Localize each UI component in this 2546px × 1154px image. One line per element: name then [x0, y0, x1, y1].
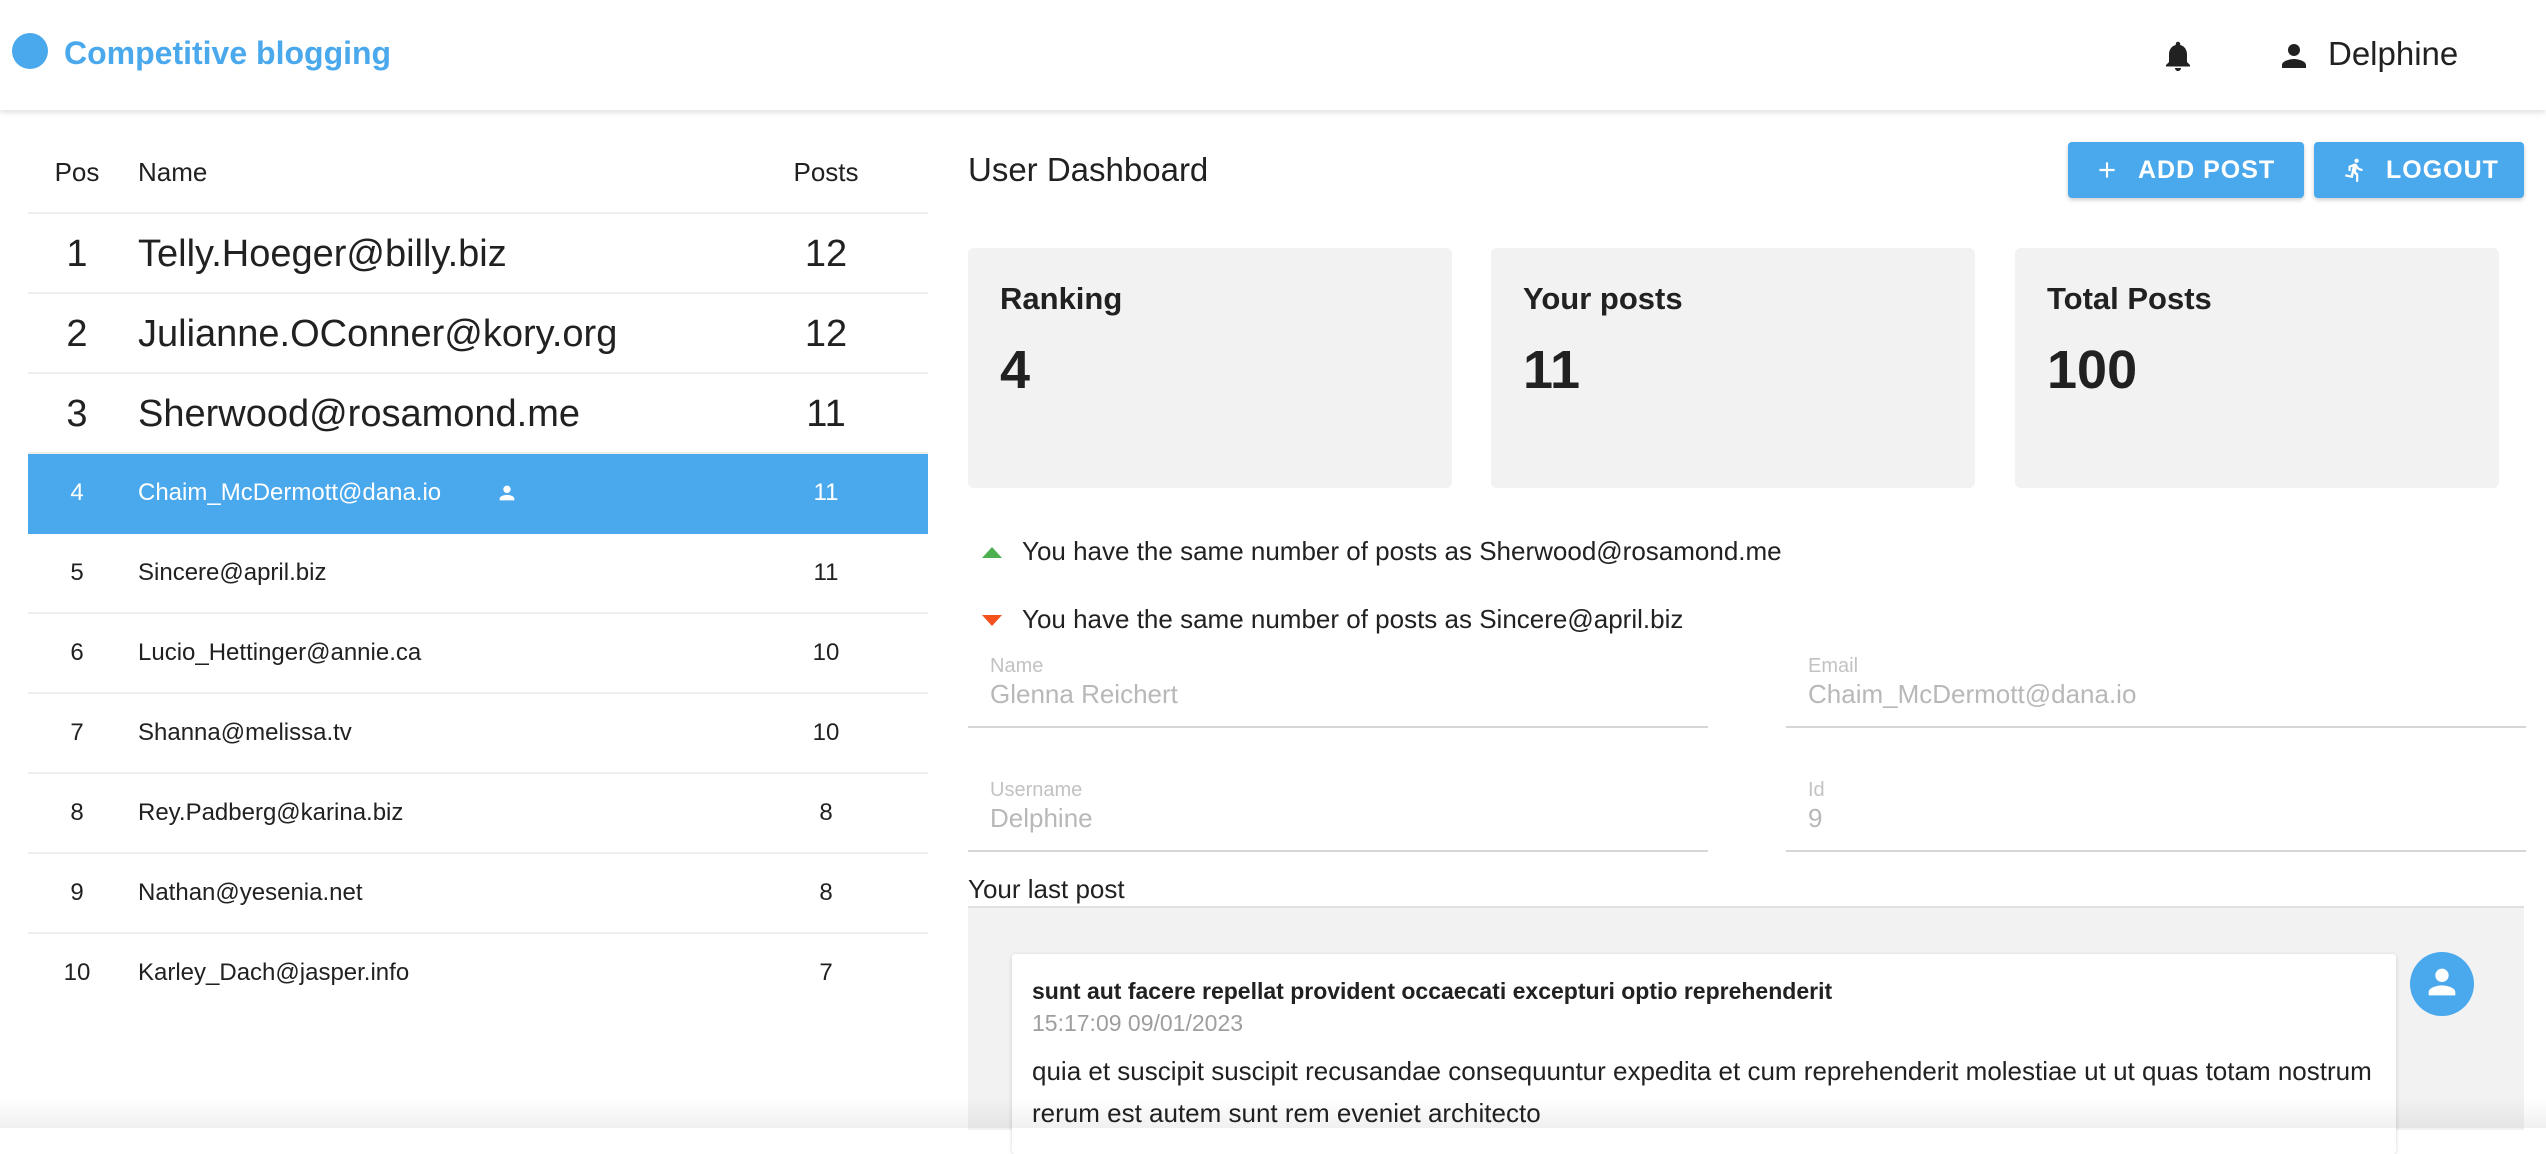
app-bar: Competitive blogging Delphine [0, 0, 2546, 110]
your-posts-card: Your posts 11 [1491, 248, 1975, 488]
current-user-icon [499, 485, 515, 501]
row-pos: 2 [66, 313, 88, 355]
row-posts: 12 [804, 233, 848, 275]
column-header-posts: Posts [793, 157, 859, 187]
leaderboard-table: Pos Name Posts 1 Telly.Hoeger@billy.biz … [28, 140, 928, 1012]
total-posts-card: Total Posts 100 [2015, 248, 2499, 488]
table-row[interactable]: 7 Shanna@melissa.tv 10 [28, 694, 928, 774]
card-value: 4 [1000, 340, 1031, 400]
username-field[interactable]: Username Delphine [968, 778, 1708, 852]
row-name: Sherwood@rosamond.me [138, 393, 581, 435]
last-post-heading: Your last post [968, 874, 1125, 904]
name-field-label: Name [990, 655, 1044, 677]
row-pos: 8 [70, 799, 84, 826]
user-menu-name[interactable]: Delphine [2328, 34, 2458, 74]
row-pos: 6 [70, 639, 84, 666]
post-title: sunt aut facere repellat provident occae… [1032, 978, 1833, 1004]
row-name: Nathan@yesenia.net [138, 879, 363, 906]
bell-icon[interactable] [2160, 36, 2196, 76]
row-posts: 11 [806, 393, 846, 435]
row-pos: 4 [70, 479, 84, 506]
logout-label: LOGOUT [2386, 156, 2499, 184]
comparison-below-text: You have the same number of posts as Sin… [1022, 604, 1684, 634]
column-header-name: Name [138, 157, 208, 187]
table-row[interactable]: 5 Sincere@april.biz 11 [28, 534, 928, 614]
logo-circle-icon [12, 33, 48, 69]
row-posts: 10 [812, 719, 840, 746]
row-name: Sincere@april.biz [138, 559, 327, 586]
table-row[interactable]: 3 Sherwood@rosamond.me 11 [28, 374, 928, 454]
table-row[interactable]: 10 Karley_Dach@jasper.info 7 [28, 934, 928, 1012]
id-field-value: 9 [1808, 803, 1823, 833]
comparison-above-text: You have the same number of posts as She… [1022, 536, 1782, 566]
plus-icon [2099, 162, 2115, 178]
avatar [2410, 952, 2474, 1016]
row-posts: 7 [819, 959, 833, 986]
email-field-value: Chaim_McDermott@dana.io [1808, 679, 2137, 709]
row-pos: 9 [70, 879, 84, 906]
card-value: 11 [1523, 340, 1581, 400]
ranking-card: Ranking 4 [968, 248, 1452, 488]
id-field-label: Id [1808, 779, 1825, 801]
column-header-pos: Pos [54, 157, 100, 187]
row-pos: 1 [66, 233, 88, 275]
id-field[interactable]: Id 9 [1786, 778, 2526, 852]
person-avatar-icon [2428, 968, 2456, 996]
arrow-up-icon [982, 547, 1002, 558]
table-row[interactable]: 2 Julianne.OConner@kory.org 12 [28, 294, 928, 374]
dashboard-title: User Dashboard [968, 151, 1209, 188]
name-field[interactable]: Name Glenna Reichert [968, 654, 1708, 728]
last-post-area: sunt aut facere repellat provident occae… [968, 906, 2524, 1154]
table-row-current-user[interactable]: 4 Chaim_McDermott@dana.io 11 [28, 454, 928, 534]
row-posts: 8 [819, 879, 833, 906]
arrow-down-icon [982, 615, 1002, 626]
row-pos: 3 [66, 393, 88, 435]
add-post-label: ADD POST [2138, 156, 2276, 184]
post-body: quia et suscipit suscipit recusandae con… [1032, 1056, 2372, 1128]
table-row[interactable]: 1 Telly.Hoeger@billy.biz 12 [28, 214, 928, 294]
email-field-label: Email [1808, 655, 1859, 677]
row-pos: 10 [63, 959, 91, 986]
card-value: 100 [2047, 340, 2138, 400]
row-name: Julianne.OConner@kory.org [138, 313, 618, 355]
row-posts: 12 [804, 313, 848, 355]
card-label: Ranking [1000, 281, 1123, 316]
add-post-button[interactable]: ADD POST [2068, 142, 2304, 198]
username-field-value: Delphine [990, 803, 1093, 833]
leaderboard-header: Pos Name Posts [28, 140, 928, 214]
row-pos: 5 [70, 559, 84, 586]
row-name: Telly.Hoeger@billy.biz [138, 233, 507, 275]
post-card[interactable]: sunt aut facere repellat provident occae… [1012, 954, 2396, 1154]
row-posts: 11 [813, 479, 839, 506]
row-name: Chaim_McDermott@dana.io [138, 479, 442, 506]
card-label: Total Posts [2047, 281, 2212, 316]
username-field-label: Username [990, 779, 1083, 801]
app-title[interactable]: Competitive blogging [64, 33, 391, 73]
post-timestamp: 15:17:09 09/01/2023 [1032, 1010, 1244, 1036]
row-posts: 10 [812, 639, 840, 666]
row-name: Karley_Dach@jasper.info [138, 959, 410, 986]
row-posts: 8 [819, 799, 833, 826]
row-pos: 7 [70, 719, 84, 746]
row-name: Lucio_Hettinger@annie.ca [138, 639, 422, 666]
person-icon[interactable] [2276, 38, 2312, 74]
row-posts: 11 [813, 559, 839, 586]
name-field-value: Glenna Reichert [990, 679, 1178, 709]
logout-button[interactable]: LOGOUT [2314, 142, 2524, 198]
email-field[interactable]: Email Chaim_McDermott@dana.io [1786, 654, 2526, 728]
row-name: Shanna@melissa.tv [138, 719, 352, 746]
running-person-icon [2345, 158, 2363, 182]
table-row[interactable]: 8 Rey.Padberg@karina.biz 8 [28, 774, 928, 854]
row-name: Rey.Padberg@karina.biz [138, 799, 404, 826]
table-row[interactable]: 9 Nathan@yesenia.net 8 [28, 854, 928, 934]
table-row[interactable]: 6 Lucio_Hettinger@annie.ca 10 [28, 614, 928, 694]
card-label: Your posts [1523, 281, 1683, 316]
